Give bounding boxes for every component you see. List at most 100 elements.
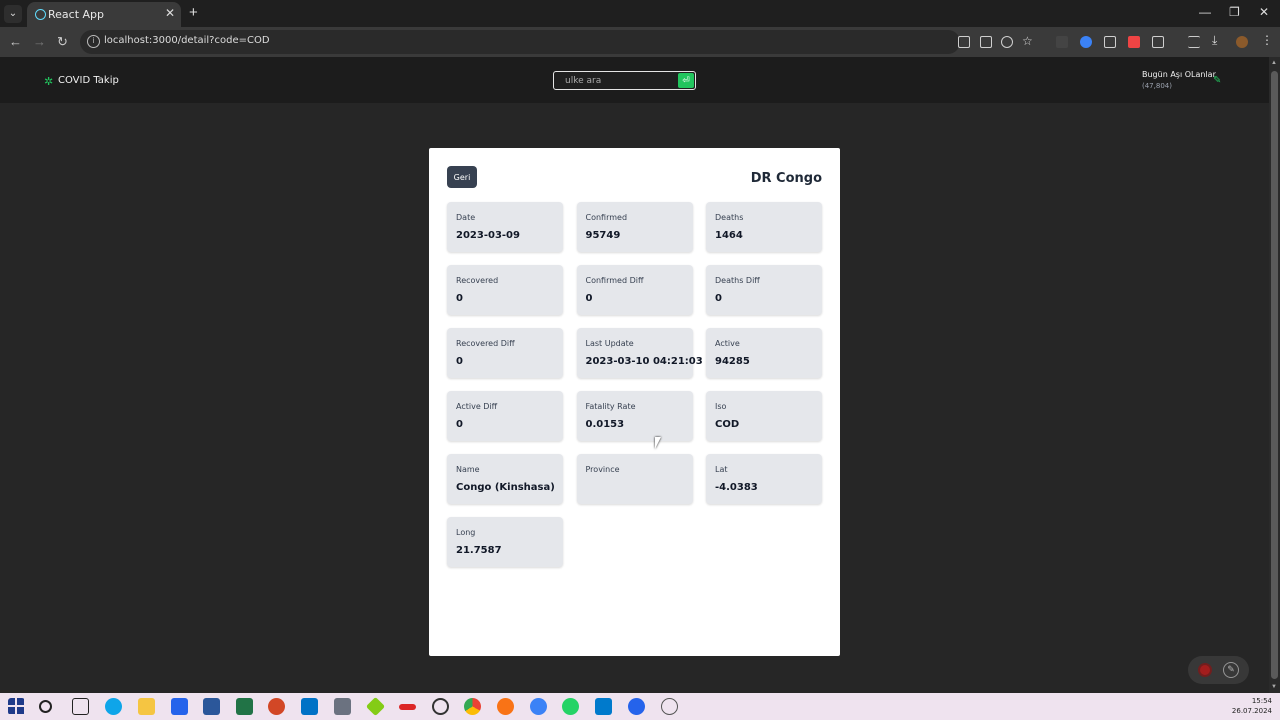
stat-label: Confirmed Diff bbox=[585, 276, 644, 285]
url-text: localhost:3000/detail?code=COD bbox=[104, 35, 270, 46]
stat-label: Active Diff bbox=[456, 402, 498, 411]
stats-grid: Date 2023-03-09 Confirmed 95749 Deaths 1464… bbox=[447, 202, 822, 567]
scroll-up-icon[interactable]: ▲ bbox=[1271, 60, 1277, 66]
browser-tabbar: ⌄ React App ✕ + — ❐ ✕ bbox=[0, 0, 1280, 27]
stat-label: Deaths Diff bbox=[715, 276, 760, 285]
forward-arrow-icon[interactable]: → bbox=[33, 34, 46, 49]
profile-avatar-icon[interactable] bbox=[1236, 36, 1248, 48]
back-button[interactable]: Geri bbox=[447, 166, 477, 188]
zoom-app-icon[interactable] bbox=[530, 698, 547, 715]
vaccinated-today-title: Bugün Aşı OLanlar bbox=[1142, 70, 1216, 79]
clock-date: 26.07.2024 bbox=[1231, 707, 1272, 715]
record-icon[interactable] bbox=[1198, 663, 1212, 677]
browser-menu-icon[interactable]: ⋮ bbox=[1261, 33, 1273, 47]
reload-icon[interactable]: ↻ bbox=[57, 34, 68, 50]
stat-long: Long 21.7587 bbox=[447, 517, 563, 567]
stat-date: Date 2023-03-09 bbox=[447, 202, 563, 252]
stat-value: -4.0383 bbox=[715, 482, 758, 493]
mail-icon[interactable] bbox=[171, 698, 188, 715]
browser-tab-active[interactable]: React App ✕ bbox=[27, 2, 181, 27]
media-player-icon[interactable] bbox=[628, 698, 645, 715]
app-header: ✲ COVID Takip ⏎ Bugün Aşı OLanlar (47,80… bbox=[0, 57, 1269, 103]
stat-province: Province bbox=[576, 454, 693, 504]
site-info-icon[interactable]: i bbox=[87, 35, 100, 48]
scroll-thumb[interactable] bbox=[1271, 71, 1278, 679]
translate-icon[interactable] bbox=[980, 36, 992, 48]
extension-search-icon[interactable] bbox=[1104, 36, 1116, 48]
snipping-tool-icon[interactable] bbox=[661, 698, 678, 715]
annotate-pen-icon[interactable]: ✎ bbox=[1223, 662, 1239, 678]
stat-label: Long bbox=[456, 528, 476, 537]
stat-value: 0 bbox=[456, 356, 463, 367]
task-view-icon[interactable] bbox=[72, 698, 89, 715]
stat-value: 0 bbox=[456, 419, 463, 430]
bookmark-star-icon[interactable]: ☆ bbox=[1022, 34, 1034, 48]
stat-last-update: Last Update 2023-03-10 04:21:03 bbox=[576, 328, 703, 378]
stat-label: Name bbox=[456, 465, 480, 474]
excel-icon[interactable] bbox=[236, 698, 253, 715]
search-submit-button[interactable]: ⏎ bbox=[678, 73, 694, 88]
stat-label: Deaths bbox=[715, 213, 744, 222]
stat-name: Name Congo (Kinshasa) bbox=[447, 454, 563, 504]
browser-toolbar: ← → ↻ i localhost:3000/detail?code=COD ☆… bbox=[0, 27, 1280, 57]
app-diamond-icon[interactable] bbox=[365, 696, 386, 717]
app-red-icon[interactable] bbox=[399, 704, 416, 710]
address-bar[interactable]: i localhost:3000/detail?code=COD bbox=[80, 30, 960, 54]
settings-gear-icon[interactable] bbox=[432, 698, 449, 715]
stat-value: 0 bbox=[456, 293, 463, 304]
file-explorer-icon[interactable] bbox=[138, 698, 155, 715]
country-title: DR Congo bbox=[750, 171, 822, 186]
stat-active-diff: Active Diff 0 bbox=[447, 391, 563, 441]
tab-close-icon[interactable]: ✕ bbox=[165, 6, 175, 20]
new-tab-icon[interactable]: + bbox=[189, 4, 198, 21]
stat-label: Recovered bbox=[456, 276, 499, 285]
brand-title[interactable]: COVID Takip bbox=[58, 75, 119, 86]
extension-pen-icon[interactable] bbox=[1056, 36, 1068, 48]
stat-value: 2023-03-10 04:21:03 bbox=[585, 356, 703, 367]
postman-icon[interactable] bbox=[497, 698, 514, 715]
mouse-cursor-icon bbox=[655, 437, 661, 449]
calculator-icon[interactable] bbox=[334, 698, 351, 715]
stat-value: 94285 bbox=[715, 356, 750, 367]
virus-icon: ✲ bbox=[44, 76, 54, 88]
edge-icon[interactable] bbox=[105, 698, 122, 715]
page-scrollbar[interactable]: ▲ ▼ bbox=[1269, 57, 1280, 693]
search-icon[interactable] bbox=[39, 700, 52, 713]
extension-red-icon[interactable] bbox=[1128, 36, 1140, 48]
tab-title: React App bbox=[48, 8, 105, 21]
windows-taskbar: 15:54 26.07.2024 bbox=[0, 693, 1280, 720]
system-clock[interactable]: 15:54 26.07.2024 bbox=[1232, 696, 1272, 716]
back-arrow-icon[interactable]: ← bbox=[9, 34, 22, 49]
download-icon[interactable]: ⤓ bbox=[1212, 33, 1224, 47]
powerpoint-icon[interactable] bbox=[268, 698, 285, 715]
stat-value: 0.0153 bbox=[585, 419, 625, 430]
scroll-down-icon[interactable]: ▼ bbox=[1271, 684, 1277, 690]
chrome-icon[interactable] bbox=[464, 698, 481, 715]
country-detail-card: Geri DR Congo Date 2023-03-09 Confirmed 95… bbox=[429, 148, 840, 656]
vscode-icon[interactable] bbox=[595, 698, 612, 715]
close-window-icon[interactable]: ✕ bbox=[1259, 5, 1269, 19]
tab-list-chevron-icon[interactable]: ⌄ bbox=[4, 5, 22, 23]
extensions-puzzle-icon[interactable] bbox=[1152, 36, 1164, 48]
install-app-icon[interactable] bbox=[958, 36, 970, 48]
stat-recovered: Recovered 0 bbox=[447, 265, 563, 315]
start-menu-icon[interactable] bbox=[8, 698, 25, 715]
stat-label: Province bbox=[585, 465, 620, 474]
reading-list-icon[interactable] bbox=[1188, 36, 1200, 48]
whatsapp-icon[interactable] bbox=[562, 698, 579, 715]
zoom-icon[interactable] bbox=[1001, 36, 1013, 48]
restore-icon[interactable]: ❐ bbox=[1229, 5, 1240, 19]
extension-blue-icon[interactable] bbox=[1080, 36, 1092, 48]
stat-lat: Lat -4.0383 bbox=[706, 454, 822, 504]
stat-label: Fatality Rate bbox=[585, 402, 636, 411]
country-search-input[interactable] bbox=[555, 73, 676, 88]
stat-deaths-diff: Deaths Diff 0 bbox=[706, 265, 822, 315]
vaccinated-today-count: (47,804) bbox=[1142, 82, 1172, 90]
stat-value: COD bbox=[715, 419, 740, 430]
stat-label: Active bbox=[715, 339, 740, 348]
word-icon[interactable] bbox=[203, 698, 220, 715]
minimize-icon[interactable]: — bbox=[1199, 5, 1211, 19]
stat-confirmed: Confirmed 95749 bbox=[576, 202, 693, 252]
outlook-icon[interactable] bbox=[301, 698, 318, 715]
screen-recorder-widget[interactable]: ✎ bbox=[1188, 656, 1249, 684]
